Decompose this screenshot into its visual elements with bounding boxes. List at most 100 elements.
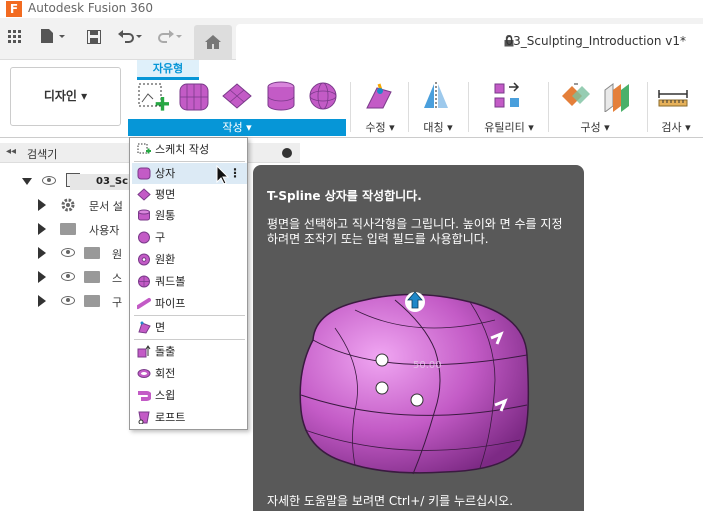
expand-arrow-icon[interactable]: [38, 247, 46, 259]
expand-arrow-icon[interactable]: [38, 223, 46, 235]
tooltip-description: 평면을 선택하고 직사각형을 그립니다. 높이와 면 수를 지정하려면 조작기 …: [267, 217, 563, 246]
modify-menu-button[interactable]: 수정 ▾: [356, 119, 404, 135]
browser-row-label: 구: [112, 296, 123, 309]
create-sketch-icon[interactable]: [137, 80, 170, 112]
visibility-eye-icon[interactable]: [61, 296, 75, 305]
menu-item-pipe[interactable]: 파이프: [132, 293, 247, 314]
divider: [548, 82, 549, 132]
sweep-icon: [138, 391, 151, 401]
collapse-arrow-icon[interactable]: [22, 178, 32, 185]
menu-item-sphere[interactable]: 구: [132, 227, 247, 248]
menu-item-loft[interactable]: 로프트: [132, 407, 247, 428]
browser-row-document-settings[interactable]: 문서 설: [0, 195, 130, 215]
folder-icon: [84, 295, 100, 307]
box-icon[interactable]: [178, 80, 210, 112]
menu-item-plane[interactable]: 평면: [132, 184, 247, 205]
home-tab[interactable]: [194, 25, 232, 60]
tooltip-help-hint: 자세한 도움말을 보려면 Ctrl+/ 키를 누르십시오.: [267, 494, 514, 508]
redo-icon[interactable]: [156, 28, 186, 50]
collapse-panel-icon[interactable]: ◂◂: [6, 146, 16, 157]
pipe-icon: [137, 298, 151, 309]
sphere-icon[interactable]: [307, 80, 339, 112]
inspect-menu-button[interactable]: 검사 ▾: [651, 119, 701, 135]
plane-icon: [137, 188, 151, 201]
browser-row-label: 원: [112, 248, 123, 261]
divider: [350, 82, 351, 132]
browser-row-construction[interactable]: 구: [0, 291, 130, 311]
undo-icon[interactable]: [116, 28, 146, 50]
visibility-eye-icon[interactable]: [42, 176, 56, 185]
divider: [647, 82, 648, 132]
browser-row-origin[interactable]: 원: [0, 243, 130, 263]
folder-icon: [60, 223, 76, 235]
symmetry-menu-button[interactable]: 대칭 ▾: [414, 119, 462, 135]
quick-access-toolbar: 03_Sculpting_Introduction v1*: [0, 18, 703, 60]
file-menu-icon[interactable]: [38, 28, 68, 50]
browser-row-named-views[interactable]: 사용자: [0, 219, 130, 239]
utilities-menu-button[interactable]: 유틸리티 ▾: [476, 119, 542, 135]
document-tab[interactable]: 03_Sculpting_Introduction v1*: [236, 24, 703, 60]
home-icon: [205, 35, 221, 49]
tspline-box-illustration: 50.00: [299, 291, 530, 475]
edit-form-icon[interactable]: [363, 80, 395, 112]
revolve-icon: [137, 369, 151, 378]
sphere-icon: [138, 231, 150, 244]
browser-row-label: 문서 설: [89, 200, 123, 213]
expand-arrow-icon[interactable]: [38, 295, 46, 307]
tool-tooltip: T-Spline 상자를 작성합니다. 평면을 선택하고 직사각형을 그립니다.…: [253, 165, 584, 511]
browser-root-row[interactable]: 03_Sc: [0, 171, 130, 191]
grid-menu-icon[interactable]: [7, 28, 23, 50]
measure-icon[interactable]: [657, 80, 689, 112]
browser-root-label: 03_Sc: [70, 174, 130, 190]
browser-row-sketches[interactable]: 스: [0, 267, 130, 287]
gear-icon: [61, 198, 75, 212]
utilities-icon[interactable]: [491, 80, 523, 112]
box-icon: [137, 167, 151, 180]
browser-title: 검색기: [27, 148, 58, 161]
tooltip-title: T-Spline 상자를 작성합니다.: [267, 189, 422, 203]
midplane-icon[interactable]: [601, 80, 633, 113]
divider: [408, 82, 409, 132]
hidden-eye-icon[interactable]: [61, 248, 75, 257]
workspace-switcher[interactable]: 디자인 ▾: [10, 67, 121, 126]
menu-item-sweep[interactable]: 스윕: [132, 385, 247, 406]
document-title: 03_Sculpting_Introduction v1*: [505, 34, 686, 48]
menu-divider: [134, 339, 245, 340]
menu-divider: [134, 161, 245, 162]
loft-icon: [138, 411, 150, 424]
menu-item-create-sketch[interactable]: 스케치 작성: [132, 139, 247, 160]
tab-form[interactable]: 자유형: [137, 60, 199, 77]
face-icon: [138, 321, 151, 334]
app-title: Autodesk Fusion 360: [28, 1, 153, 15]
offset-plane-icon[interactable]: [560, 80, 592, 112]
browser-row-label: 사용자: [89, 224, 120, 237]
fusion-logo-icon: F: [6, 1, 22, 17]
more-options-icon[interactable]: ⋮: [229, 163, 241, 184]
plane-icon[interactable]: [221, 80, 253, 112]
minimize-panel-icon[interactable]: [282, 148, 292, 158]
menu-item-revolve[interactable]: 회전: [132, 363, 247, 384]
mouse-cursor-icon: [216, 165, 230, 185]
visibility-eye-icon[interactable]: [61, 272, 75, 281]
construct-menu-button[interactable]: 구성 ▾: [562, 119, 628, 135]
create-menu-button[interactable]: 작성 ▾: [128, 119, 346, 136]
torus-icon: [138, 253, 150, 266]
expand-arrow-icon[interactable]: [38, 271, 46, 283]
menu-item-cylinder[interactable]: 원통: [132, 205, 247, 226]
folder-icon: [84, 247, 100, 259]
menu-item-face[interactable]: 면: [132, 317, 247, 338]
cylinder-icon: [138, 209, 150, 221]
menu-item-torus[interactable]: 원환: [132, 249, 247, 270]
save-icon[interactable]: [86, 28, 102, 50]
extrude-icon: [137, 345, 151, 358]
menu-item-quadball[interactable]: 쿼드볼: [132, 271, 247, 292]
cylinder-icon[interactable]: [265, 80, 297, 112]
folder-icon: [84, 271, 100, 283]
title-bar: F Autodesk Fusion 360: [0, 0, 703, 18]
menu-item-extrude[interactable]: 돌출: [132, 341, 247, 362]
symmetry-icon[interactable]: [420, 80, 452, 112]
toolbar-ribbon: 디자인 ▾ 자유형 작성 ▾ 수정 ▾ 대칭 ▾ 유틸리티 ▾ 구성 ▾ 검사 …: [0, 60, 703, 138]
divider: [468, 82, 469, 132]
expand-arrow-icon[interactable]: [38, 199, 46, 211]
browser-row-label: 스: [112, 272, 123, 285]
